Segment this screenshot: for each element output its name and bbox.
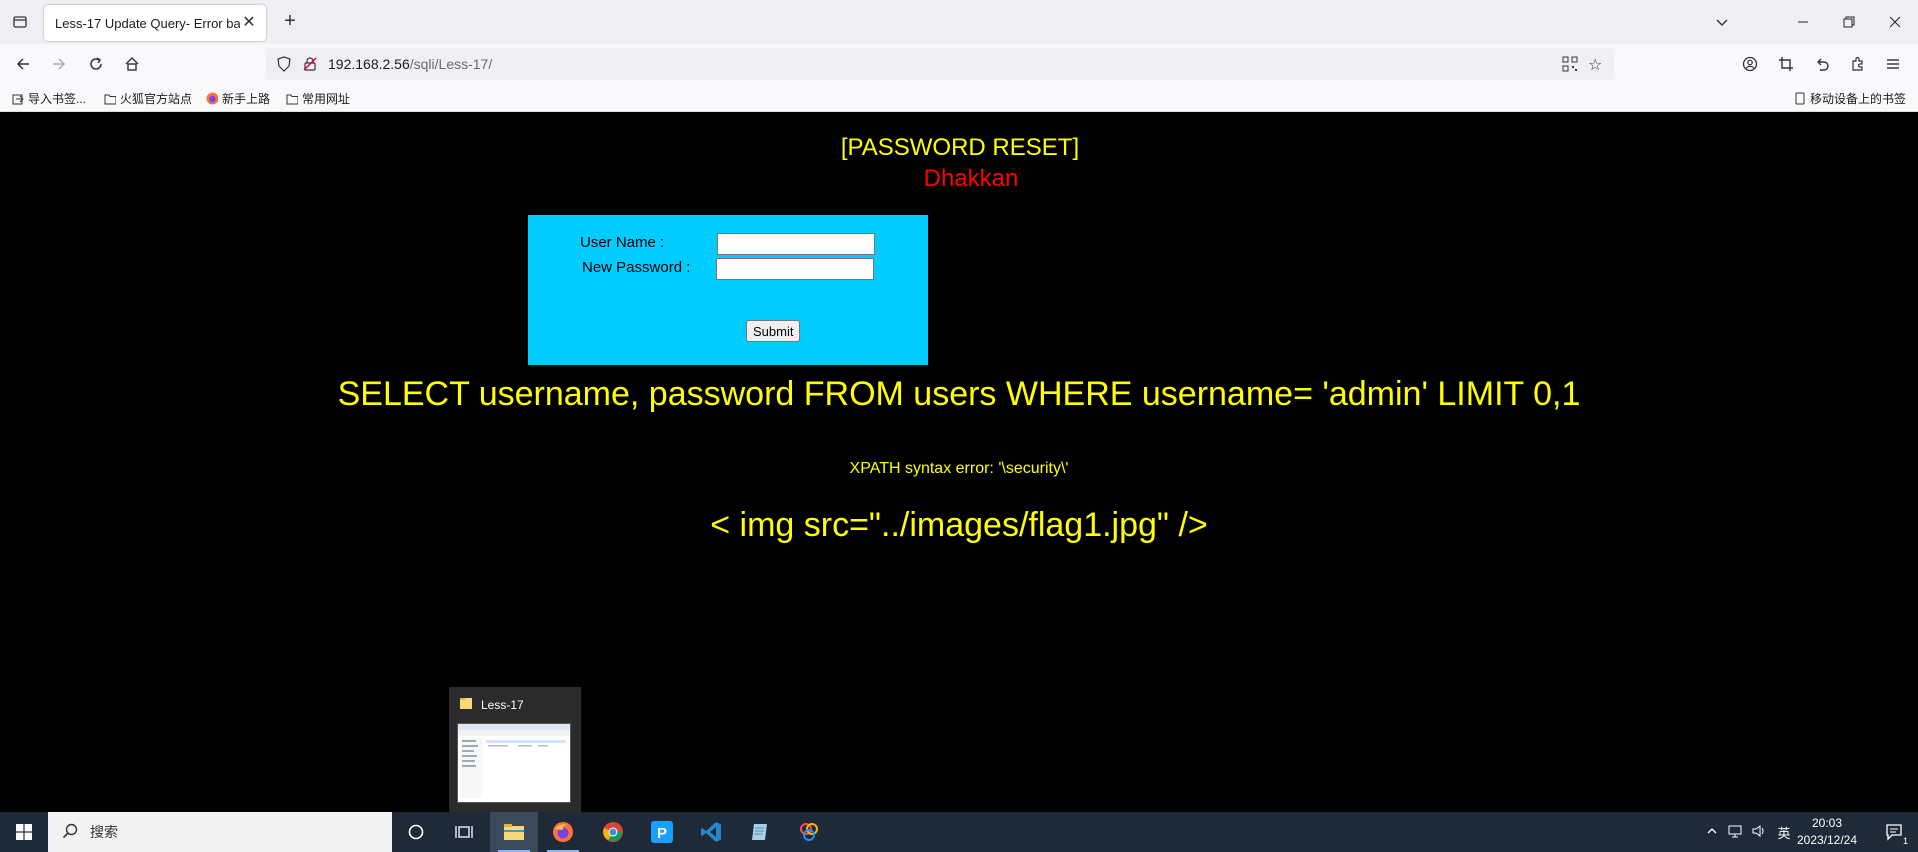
window-thumbnail[interactable]	[457, 723, 571, 803]
page-subtitle-text: Dhakkan	[923, 165, 1019, 192]
task-view-icon[interactable]	[440, 812, 488, 852]
bookmark-label: 常用网址	[302, 92, 351, 106]
bookmark-label: 新手上路	[222, 92, 271, 106]
p-app-icon[interactable]: P	[638, 812, 686, 852]
extensions-icon[interactable]	[1846, 52, 1870, 76]
page-title-text: [PASSWORD RESET]	[840, 134, 1080, 161]
restore-icon[interactable]	[1826, 0, 1872, 44]
url-path: /sqli/Less-17/	[409, 56, 493, 72]
menu-icon[interactable]	[1881, 52, 1905, 76]
notification-count: 1	[1902, 836, 1908, 846]
url-host: 192.168.2.56	[328, 56, 410, 72]
minimize-icon[interactable]	[1780, 0, 1826, 44]
account-icon[interactable]	[1738, 52, 1762, 76]
qr-code-icon[interactable]	[1562, 56, 1578, 77]
tab-list-icon[interactable]	[8, 10, 32, 34]
tab-less-17[interactable]: Less-17 Update Query- Error bas ✕	[44, 5, 266, 41]
forward-icon[interactable]	[47, 52, 71, 76]
import-icon	[12, 93, 24, 105]
cortana-icon[interactable]	[392, 812, 440, 852]
tab-bar: Less-17 Update Query- Error bas ✕ +	[0, 0, 1918, 44]
close-tab-icon[interactable]: ✕	[240, 14, 258, 32]
bookmark-label: 火狐官方站点	[120, 92, 193, 106]
back-icon[interactable]	[11, 52, 35, 76]
url-text[interactable]: 192.168.2.56/sqli/Less-17/	[328, 56, 492, 72]
preview-header: Less-17	[459, 696, 524, 713]
chrome-icon[interactable]	[589, 812, 637, 852]
folder-icon	[459, 696, 473, 713]
colorful-app-icon[interactable]	[785, 812, 833, 852]
page-content: [PASSWORD RESET] Dhakkan User Name : New…	[0, 113, 1918, 812]
new-password-label: New Password :	[582, 259, 691, 276]
file-explorer-icon[interactable]	[490, 812, 538, 852]
taskbar-window-preview[interactable]: Less-17	[449, 687, 581, 812]
img-tag-text: < img src="../images/flag1.jpg" />	[710, 506, 1208, 544]
navigation-bar: 192.168.2.56/sqli/Less-17/ ☆	[0, 44, 1918, 84]
xpath-error-text: XPATH syntax error: '\security\'	[849, 460, 1069, 477]
submit-button[interactable]: Submit	[746, 320, 801, 342]
tab-title: Less-17 Update Query- Error bas	[55, 15, 240, 31]
search-icon	[62, 823, 78, 842]
bookmark-firefox-site[interactable]: 火狐官方站点	[104, 90, 192, 107]
mobile-device-icon	[1794, 92, 1806, 105]
volume-icon[interactable]	[1747, 824, 1771, 841]
bookmark-getting-started[interactable]: 新手上路	[206, 90, 270, 107]
taskbar-search-box[interactable]: 搜索	[48, 812, 392, 852]
bookmark-common-sites[interactable]: 常用网址	[286, 90, 350, 107]
mobile-bookmarks[interactable]: 移动设备上的书签	[1794, 90, 1906, 107]
reload-icon[interactable]	[84, 52, 108, 76]
new-password-input[interactable]	[716, 258, 874, 280]
url-bar[interactable]: 192.168.2.56/sqli/Less-17/ ☆	[266, 48, 1614, 80]
insecure-lock-icon[interactable]	[302, 56, 318, 77]
username-label: User Name :	[580, 234, 665, 251]
bookmark-star-icon[interactable]: ☆	[1588, 55, 1602, 75]
notification-center-icon[interactable]: 1	[1870, 812, 1918, 852]
password-reset-form: User Name : New Password : Submit	[528, 215, 928, 365]
folder-icon	[104, 93, 116, 105]
network-icon[interactable]	[1723, 824, 1747, 841]
username-input[interactable]	[717, 233, 875, 255]
shield-icon[interactable]	[276, 56, 292, 77]
windows-start-icon[interactable]	[0, 812, 48, 852]
svg-text:P: P	[657, 825, 667, 842]
system-tray: 英	[1701, 812, 1797, 852]
sql-query-text: SELECT username, password FROM users WHE…	[337, 375, 1581, 413]
system-clock[interactable]: 20:03 2023/12/24	[1792, 815, 1862, 849]
chevron-up-icon[interactable]	[1701, 825, 1723, 840]
chevron-down-icon[interactable]	[1710, 10, 1734, 34]
clock-time: 20:03	[1811, 816, 1843, 830]
home-icon[interactable]	[120, 52, 144, 76]
vscode-icon[interactable]	[687, 812, 735, 852]
bookmarks-bar: 导入书签... 火狐官方站点 新手上路 常用网址 移动设备上的书签	[0, 84, 1918, 112]
folder-icon	[286, 93, 298, 105]
page-title: [PASSWORD RESET]	[0, 134, 1918, 162]
bookmark-import[interactable]: 导入书签...	[12, 90, 86, 107]
undo-icon[interactable]	[1810, 52, 1834, 76]
preview-title: Less-17	[481, 697, 524, 712]
firefox-taskbar-icon[interactable]	[539, 812, 587, 852]
search-placeholder: 搜索	[90, 824, 118, 840]
new-tab-icon[interactable]: +	[278, 10, 302, 34]
page-subtitle: Dhakkan	[0, 165, 1918, 193]
mobile-bookmarks-label: 移动设备上的书签	[1810, 92, 1907, 106]
screenshot-crop-icon[interactable]	[1774, 52, 1798, 76]
firefox-icon	[206, 92, 218, 105]
windows-taskbar: 搜索 P 英 20:03 2023/12/24 1	[0, 812, 1918, 852]
bookmark-label: 导入书签...	[28, 92, 87, 106]
clock-date: 2023/12/24	[1796, 833, 1858, 847]
notepad-app-icon[interactable]	[736, 812, 784, 852]
close-window-icon[interactable]	[1872, 0, 1918, 44]
